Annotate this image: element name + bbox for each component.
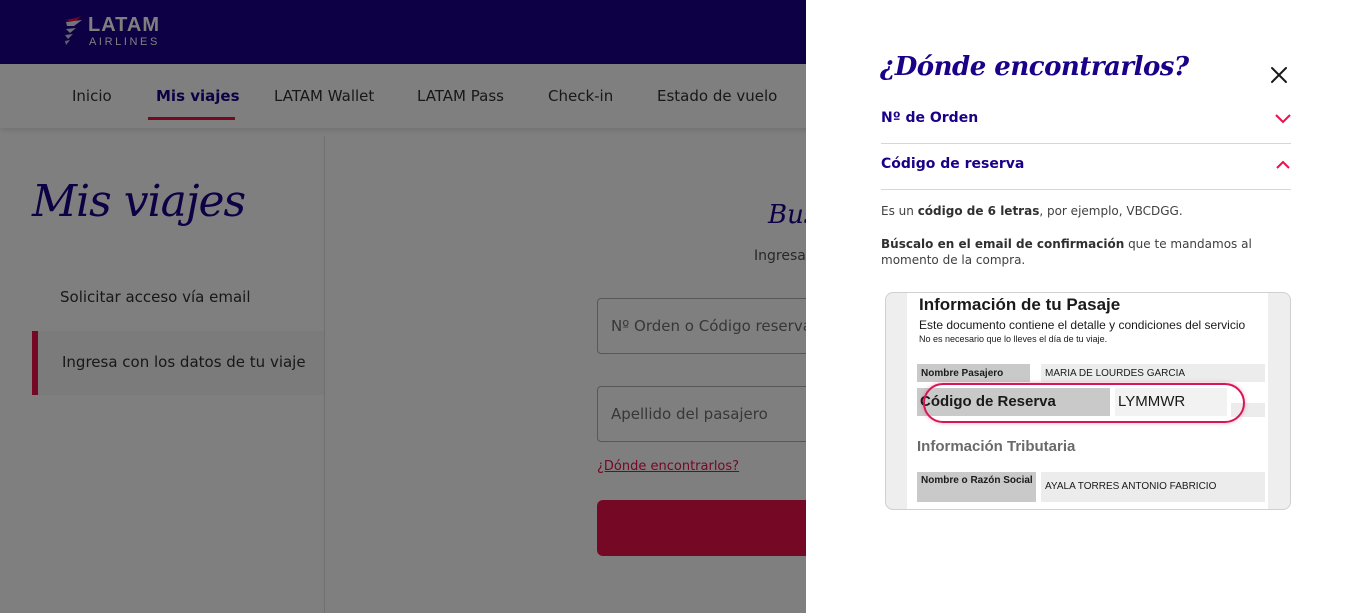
ticket-passenger-label: Nombre Pasajero (917, 364, 1030, 382)
ticket-line1: Este documento contiene el detalle y con… (919, 318, 1246, 332)
ticket-company-value: AYALA TORRES ANTONIO FABRICIO (1041, 472, 1265, 502)
ticket-passenger-value: MARIA DE LOURDES GARCIA (1041, 364, 1265, 382)
ticket-heading: Información de tu Pasaje (919, 295, 1121, 314)
code-description: Es un código de 6 letras, por ejemplo, V… (881, 204, 1183, 218)
accordion-orden-label: Nº de Orden (881, 110, 979, 126)
accordion-codigo-reserva[interactable]: Código de reserva (881, 144, 1291, 190)
accordion-codigo-reserva-label: Código de reserva (881, 156, 1025, 172)
code-highlight-ring (923, 383, 1245, 423)
ticket-example-image: Información de tu Pasaje Este documento … (885, 292, 1291, 510)
chevron-down-icon (1275, 114, 1291, 124)
chevron-up-icon (1276, 160, 1290, 169)
ticket-paper: Información de tu Pasaje Este documento … (907, 293, 1268, 509)
help-drawer: ¿Dónde encontrarlos? Nº de Orden Código … (806, 0, 1366, 613)
ticket-tax-section: Información Tributaria (917, 438, 1076, 455)
close-icon[interactable] (1268, 64, 1290, 86)
code-location-hint: Búscalo en el email de confirmación que … (881, 237, 1252, 267)
drawer-title: ¿Dónde encontrarlos? (880, 52, 1189, 82)
ticket-company-label: Nombre o Razón Social (917, 472, 1036, 502)
ticket-line2: No es necesario que lo lleves el día de … (919, 334, 1108, 344)
accordion-orden[interactable]: Nº de Orden (881, 98, 1291, 144)
